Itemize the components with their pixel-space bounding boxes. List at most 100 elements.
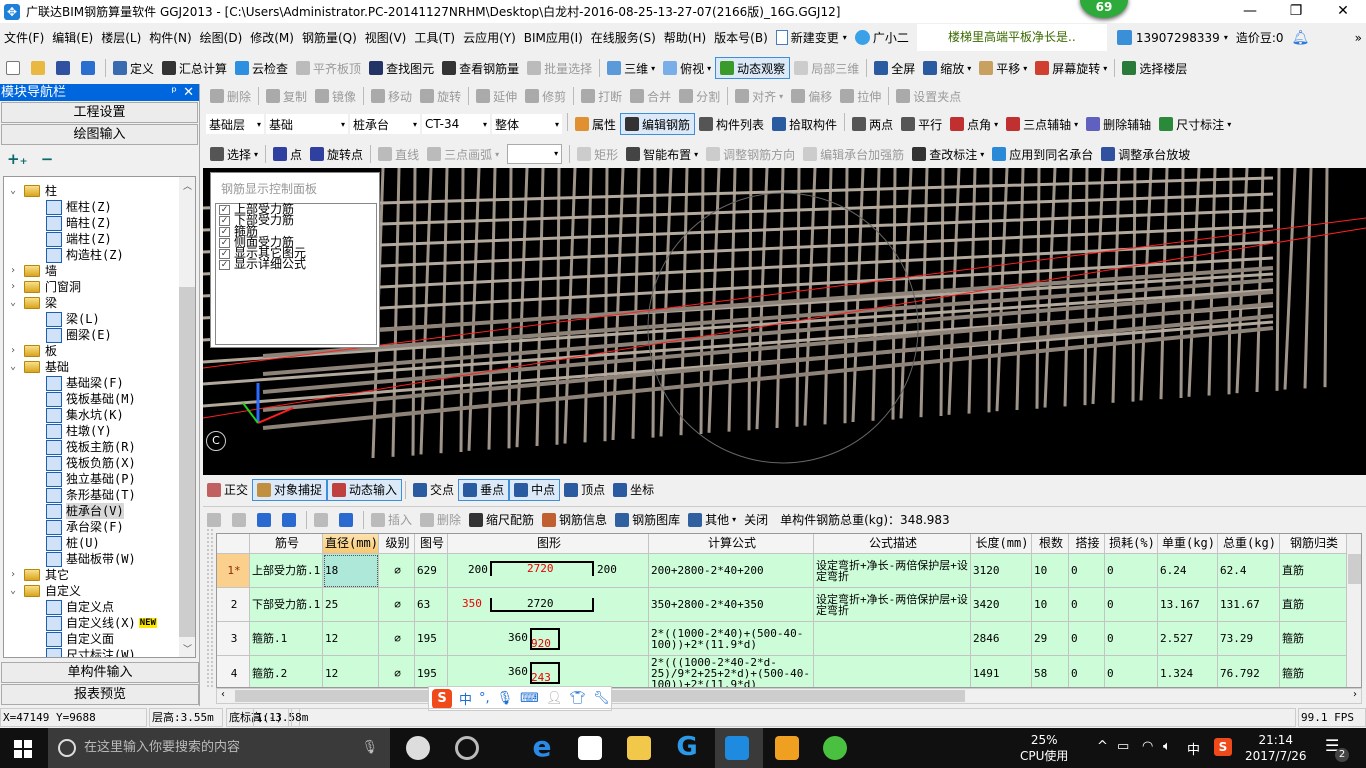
table-cell[interactable]: 629 [415, 554, 448, 588]
skin-shirt-icon[interactable]: 👕︎ [569, 691, 586, 706]
table-cell[interactable]: 350+2800-2*40+350 [649, 588, 814, 622]
table-cell[interactable]: 360 243 [448, 656, 649, 687]
overflow-chevron-icon[interactable]: » [1351, 31, 1366, 45]
dropdown-arrow-icon[interactable]: ▾ [257, 120, 261, 129]
table-cell[interactable]: 2.527 [1158, 622, 1218, 656]
toolbar-button-2[interactable]: 构件列表 [695, 113, 768, 135]
tree-scrollbar[interactable]: ︿ ﹀ [179, 177, 195, 657]
rebar-display-checkbox[interactable]: ✓ 显示详细公式 [216, 258, 376, 270]
toolbar-button-6[interactable]: 插入 [367, 509, 416, 531]
toolbar-button-8[interactable]: 合并 [626, 85, 675, 107]
floor-selector-0[interactable]: 基础层 ▾ [206, 114, 264, 134]
table-cell[interactable]: 0 [1105, 656, 1158, 687]
table-cell[interactable]: 200+2800-2*40+200 [649, 554, 814, 588]
chevron-right-icon[interactable]: › [10, 279, 16, 295]
table-cell[interactable]: 12 [323, 622, 379, 656]
table-cell[interactable]: 2*((1000-2*40)+(500-40-100))+2*(11.9*d) [649, 622, 814, 656]
toolbar-button-3[interactable]: 拾取构件 [768, 113, 841, 135]
tree-item[interactable]: 柱墩(Y) [46, 423, 112, 439]
toolbar-button-7[interactable]: 平齐板顶 [292, 57, 365, 79]
dropdown-arrow-icon[interactable]: ▾ [779, 92, 783, 101]
chevron-down-icon[interactable]: ⌄ [10, 583, 16, 599]
tree-item[interactable]: 桩(U) [46, 535, 100, 551]
column-header[interactable]: 筋号 [250, 534, 323, 554]
menu-item[interactable]: 文件(F) [0, 29, 48, 46]
table-cell[interactable]: 13.167 [1158, 588, 1218, 622]
table-horizontal-scrollbar[interactable]: ‹ › [216, 688, 1362, 704]
tree-item[interactable]: 自定义点 [46, 599, 114, 615]
dropdown-arrow-icon[interactable]: ▾ [1227, 120, 1231, 129]
toolbar-button-5[interactable]: 矩形 [573, 143, 622, 165]
menu-item[interactable]: 楼层(L) [97, 29, 145, 46]
pin-icon[interactable]: ᵖ [171, 84, 177, 101]
scroll-right-icon[interactable]: › [1353, 689, 1357, 700]
table-cell[interactable]: 200 2720 200 [448, 554, 649, 588]
menu-item[interactable]: 绘图(D) [196, 29, 247, 46]
table-cell[interactable]: 62.4 [1218, 554, 1280, 588]
menu-item[interactable]: 帮助(H) [660, 29, 710, 46]
input-language[interactable]: 中 [1187, 739, 1200, 758]
table-cell[interactable]: 2846 [971, 622, 1032, 656]
column-header[interactable]: 级别 [379, 534, 415, 554]
dropdown-arrow-icon[interactable]: ▾ [254, 150, 258, 159]
wrench-icon[interactable]: 🔧︎ [593, 691, 610, 706]
toolbar-button-7[interactable]: 删除 [416, 509, 465, 531]
undo-button[interactable] [77, 57, 102, 79]
chevron-right-icon[interactable]: › [10, 567, 16, 583]
table-cell[interactable]: 76.792 [1218, 656, 1280, 687]
toolbar-button-10[interactable]: 应用到同名承台 [988, 143, 1097, 165]
menu-item[interactable]: 视图(V) [361, 29, 411, 46]
taskbar-search[interactable]: 在这里输入你要搜索的内容 🎙︎ [48, 728, 390, 768]
ime-punct[interactable]: °, [479, 691, 490, 706]
clock[interactable]: 21:14 2017/7/26 [1245, 732, 1307, 764]
wifi-icon[interactable]: ◠ [1142, 739, 1153, 754]
table-cell[interactable]: ⌀ [379, 554, 415, 588]
column-header[interactable]: 总重(kg) [1218, 534, 1280, 554]
save-button[interactable] [52, 57, 77, 79]
table-cell[interactable]: 63 [415, 588, 448, 622]
table-cell[interactable]: 下部受力筋.1 [250, 588, 323, 622]
toolbar-button-2[interactable]: 动态输入 [327, 478, 403, 501]
dropdown-arrow-icon[interactable]: ▾ [555, 120, 559, 129]
tree-item[interactable]: 条形基础(T) [46, 487, 136, 503]
dropdown-arrow-icon[interactable]: ▾ [732, 515, 736, 524]
dropdown-arrow-icon[interactable]: ▾ [483, 120, 487, 129]
toolbar-button-7[interactable]: 三点辅轴 ▾ [1002, 113, 1082, 135]
checkbox-icon[interactable]: ✓ [219, 237, 230, 248]
toolbar-button-9[interactable]: 查改标注 ▾ [908, 143, 988, 165]
floor-selector-1[interactable]: 基础 ▾ [266, 114, 348, 134]
dropdown-arrow-icon[interactable]: ▾ [495, 150, 499, 159]
toolbar-button-17[interactable]: 平移 ▾ [975, 57, 1031, 79]
dropdown-arrow-icon[interactable]: ▾ [980, 150, 984, 159]
battery-icon[interactable]: ▭ [1117, 739, 1129, 754]
toolbar-button-18[interactable]: 屏幕旋转 ▾ [1031, 57, 1111, 79]
table-cell[interactable]: 3420 [971, 588, 1032, 622]
menu-item[interactable]: BIM应用(I) [520, 29, 587, 46]
user-avatar-icon[interactable]: 👤︎ [546, 691, 563, 706]
tree-item[interactable]: 构造柱(Z) [46, 247, 124, 263]
tree-item[interactable]: 框柱(Z) [46, 199, 112, 215]
row-header[interactable]: 2 [217, 588, 250, 622]
toolbar-button-11[interactable]: 调整承台放坡 [1097, 143, 1194, 165]
toolbar-button-7[interactable]: 坐标 [609, 479, 658, 501]
chevron-right-icon[interactable]: › [10, 263, 16, 279]
tree-item[interactable]: 承台梁(F) [46, 519, 124, 535]
toolbar-button-13[interactable]: 设置夹点 [892, 85, 965, 107]
dropdown-arrow-icon[interactable]: ▾ [1103, 64, 1107, 73]
close-button[interactable]: ✕ [1320, 0, 1366, 23]
close-panel-icon[interactable]: ✕ [183, 84, 194, 101]
toolbar-button-12[interactable]: 拉伸 [836, 85, 885, 107]
tree-item[interactable]: 筏板主筋(R) [46, 439, 136, 455]
tree-item[interactable]: 自定义面 [46, 631, 114, 647]
dropdown-arrow-icon[interactable]: ▾ [1023, 64, 1027, 73]
toolbar-button-6[interactable]: 顶点 [560, 479, 609, 501]
toolbar-button-9[interactable]: 分割 [675, 85, 724, 107]
tree-item[interactable]: 筏板基础(M) [46, 391, 136, 407]
line-style-combo[interactable]: ▾ [507, 144, 563, 164]
tree-item[interactable]: 筏板负筋(X) [46, 455, 136, 471]
table-cell[interactable]: 直筋 [1280, 588, 1347, 622]
table-cell[interactable]: 3120 [971, 554, 1032, 588]
table-cell[interactable]: 195 [415, 656, 448, 687]
table-cell[interactable]: 箍筋.2 [250, 656, 323, 687]
checkbox-icon[interactable]: ✓ [219, 215, 230, 226]
